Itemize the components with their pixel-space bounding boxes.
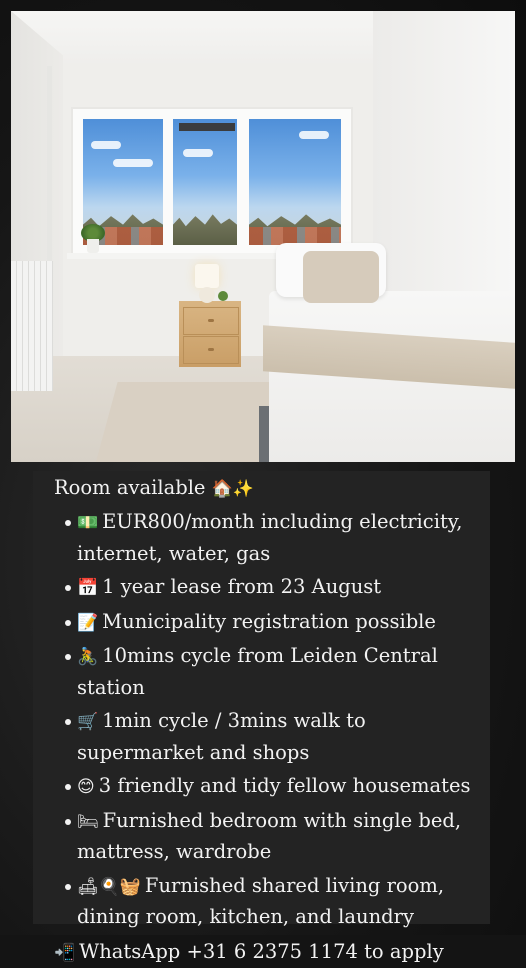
rug xyxy=(96,382,276,462)
cyclist-icon: 🚴 xyxy=(77,647,98,667)
list-item: 😊3 friendly and tidy fellow housemates xyxy=(77,771,480,803)
bed-icon: 🛏 xyxy=(77,812,99,832)
nightstand xyxy=(179,301,241,367)
list-item-text: Municipality registration possible xyxy=(102,610,436,633)
window xyxy=(73,109,351,255)
pillow-beige xyxy=(303,251,379,303)
list-item-text: 1min cycle / 3mins walk to supermarket a… xyxy=(77,709,366,764)
heading-text: Room available xyxy=(54,476,205,499)
contact-text: WhatsApp +31 6 2375 1174 to apply xyxy=(79,940,444,963)
list-item-text: 1 year lease from 23 August xyxy=(102,575,381,598)
list-item-text: 10mins cycle from Leiden Central station xyxy=(77,644,438,699)
list-item: 🛏Furnished bedroom with single bed, matt… xyxy=(77,806,480,868)
shopping-cart-icon: 🛒 xyxy=(77,712,98,732)
contact-line: 📲WhatsApp +31 6 2375 1174 to apply xyxy=(54,937,480,968)
listing-card: Room available 🏠✨ 💵EUR800/month includin… xyxy=(33,471,490,924)
lamp-base xyxy=(199,287,215,303)
radiator xyxy=(11,261,53,391)
bedroom-photo xyxy=(11,11,515,462)
plant-pot xyxy=(87,239,99,253)
list-item: 🛒1min cycle / 3mins walk to supermarket … xyxy=(77,706,480,768)
money-icon: 💵 xyxy=(77,513,98,533)
calendar-icon: 📅 xyxy=(77,578,98,598)
lamp-shade xyxy=(195,264,219,288)
feature-list: 💵EUR800/month including electricity, int… xyxy=(54,507,480,933)
list-item-text: EUR800/month including electricity, inte… xyxy=(77,510,462,565)
list-item: 📅1 year lease from 23 August xyxy=(77,572,480,604)
window-pane-middle xyxy=(173,119,237,245)
listing-heading: Room available 🏠✨ xyxy=(54,473,480,503)
list-item: 📝Municipality registration possible xyxy=(77,607,480,639)
window-pane-right xyxy=(249,119,341,245)
phone-arrow-icon: 📲 xyxy=(54,943,75,963)
list-item: 🛋🍳🧺Furnished shared living room, dining … xyxy=(77,871,480,933)
smiley-icon: 😊 xyxy=(77,777,95,797)
heating-pipe xyxy=(47,66,52,266)
list-item: 🚴10mins cycle from Leiden Central statio… xyxy=(77,641,480,703)
list-item-text: Furnished bedroom with single bed, mattr… xyxy=(77,809,461,864)
list-item: 💵EUR800/month including electricity, int… xyxy=(77,507,480,569)
small-plant xyxy=(218,291,228,301)
house-sparkles-icon: 🏠✨ xyxy=(212,479,254,499)
couch-cooking-laundry-icon: 🛋🍳🧺 xyxy=(77,877,141,897)
memo-icon: 📝 xyxy=(77,613,98,633)
window-blind xyxy=(179,123,235,131)
list-item-text: 3 friendly and tidy fellow housemates xyxy=(99,774,471,797)
